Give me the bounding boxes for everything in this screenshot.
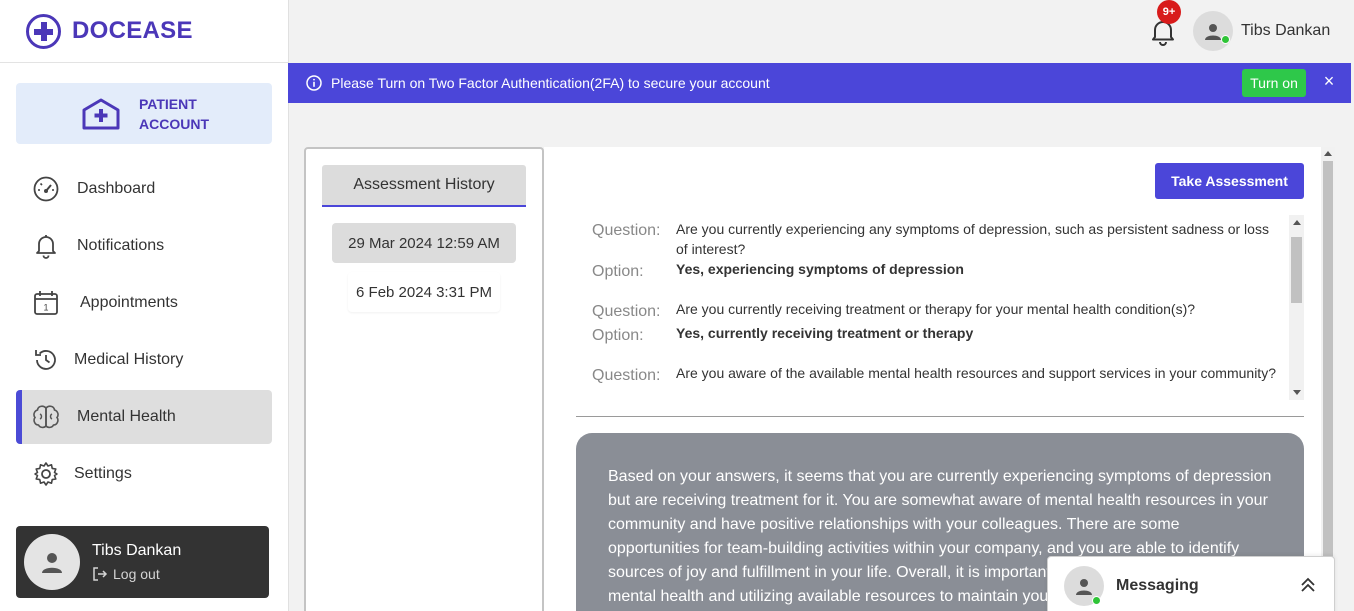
gear-icon	[32, 460, 60, 488]
user-icon	[1076, 579, 1092, 595]
question-text: Are you currently experiencing any sympt…	[676, 221, 1269, 257]
user-icon	[42, 553, 62, 573]
close-icon[interactable]: ×	[1320, 71, 1338, 91]
header-avatar[interactable]	[1193, 11, 1233, 51]
brain-icon	[32, 403, 60, 431]
logout-icon	[93, 567, 108, 581]
sidebar-item-label: Dashboard	[77, 180, 156, 197]
question-text: Are you currently receiving treatment or…	[676, 301, 1196, 317]
scroll-down-icon[interactable]	[1293, 390, 1301, 395]
option-label: Option:	[592, 327, 644, 344]
brand[interactable]: DOCEASE	[0, 0, 288, 63]
turn-on-2fa-button[interactable]: Turn on	[1242, 69, 1306, 97]
avatar	[1064, 566, 1104, 606]
question-label: Question:	[592, 367, 661, 384]
bell-icon	[32, 232, 60, 260]
question-label: Question:	[592, 303, 661, 320]
sidebar-item-label: Medical History	[74, 351, 184, 368]
assessment-detail: Take Assessment Question: Are you curren…	[544, 147, 1321, 611]
patient-account-card[interactable]: PATIENT ACCOUNT	[16, 83, 272, 144]
svg-text:1: 1	[44, 303, 49, 313]
banner-message: Please Turn on Two Factor Authentication…	[331, 75, 770, 91]
user-icon	[1205, 24, 1221, 40]
sidebar-item-dashboard[interactable]: Dashboard	[16, 162, 272, 216]
sidebar-user-card: Tibs Dankan Log out	[16, 526, 269, 598]
messaging-label: Messaging	[1116, 577, 1199, 594]
online-status-dot	[1221, 35, 1230, 44]
option-label: Option:	[592, 263, 644, 280]
sidebar-item-label: Settings	[74, 465, 132, 482]
logout-button[interactable]: Log out	[92, 566, 181, 582]
history-item[interactable]: 29 Mar 2024 12:59 AM	[332, 223, 516, 263]
account-label: PATIENT ACCOUNT	[139, 95, 209, 132]
sidebar: DOCEASE PATIENT ACCOUNT Dashboard Notifi…	[0, 0, 289, 611]
top-bar: 9+ Tibs Dankan	[289, 0, 1354, 63]
take-assessment-button[interactable]: Take Assessment	[1155, 163, 1304, 199]
notification-badge: 9+	[1157, 0, 1181, 24]
sidebar-item-settings[interactable]: Settings	[16, 447, 272, 501]
question-answer-list[interactable]: Question: Are you currently experiencing…	[576, 215, 1304, 401]
scrollbar-thumb[interactable]	[1323, 161, 1333, 611]
brand-name: DOCEASE	[72, 17, 193, 44]
option-text: Yes, currently receiving treatment or th…	[676, 325, 974, 341]
qa-scrollbar[interactable]	[1289, 215, 1304, 400]
logout-label: Log out	[113, 566, 160, 582]
page-scrollbar[interactable]	[1321, 147, 1335, 611]
history-item[interactable]: 6 Feb 2024 3:31 PM	[348, 272, 500, 312]
tab-assessment-history[interactable]: Assessment History	[322, 165, 526, 207]
medical-house-icon	[82, 98, 120, 130]
sidebar-item-label: Notifications	[77, 237, 165, 254]
assessment-history-panel: Assessment History 29 Mar 2024 12:59 AM …	[304, 147, 544, 611]
calendar-icon: 1	[32, 289, 60, 317]
option-text: Yes, experiencing symptoms of depression	[676, 261, 964, 277]
sidebar-nav: Dashboard Notifications 1 Appointments M…	[16, 162, 272, 504]
sidebar-item-label: Mental Health	[77, 408, 176, 425]
question-label: Question:	[592, 222, 661, 239]
scroll-up-icon[interactable]	[1324, 151, 1332, 156]
divider	[576, 416, 1304, 417]
two-factor-banner: Please Turn on Two Factor Authentication…	[288, 63, 1351, 103]
sidebar-item-mental-health[interactable]: Mental Health	[16, 390, 272, 444]
user-name: Tibs Dankan	[92, 542, 182, 559]
history-icon	[32, 346, 60, 374]
sidebar-item-notifications[interactable]: Notifications	[16, 219, 272, 273]
brand-logo-icon	[26, 13, 61, 49]
sidebar-item-medical-history[interactable]: Medical History	[16, 333, 272, 387]
user-info: Tibs Dankan Log out	[92, 542, 181, 582]
sidebar-item-label: Appointments	[80, 294, 178, 311]
messaging-widget[interactable]: Messaging	[1047, 556, 1335, 611]
chevron-double-up-icon[interactable]	[1298, 575, 1318, 595]
question-text: Are you aware of the available mental he…	[676, 365, 1276, 381]
dashboard-gauge-icon	[32, 175, 60, 203]
sidebar-item-appointments[interactable]: 1 Appointments	[16, 276, 272, 330]
scroll-up-icon[interactable]	[1293, 220, 1301, 225]
info-icon	[306, 75, 322, 91]
online-status-dot	[1092, 596, 1101, 605]
scrollbar-thumb[interactable]	[1291, 237, 1302, 303]
avatar[interactable]	[24, 534, 80, 590]
header-user-name[interactable]: Tibs Dankan	[1241, 22, 1330, 40]
